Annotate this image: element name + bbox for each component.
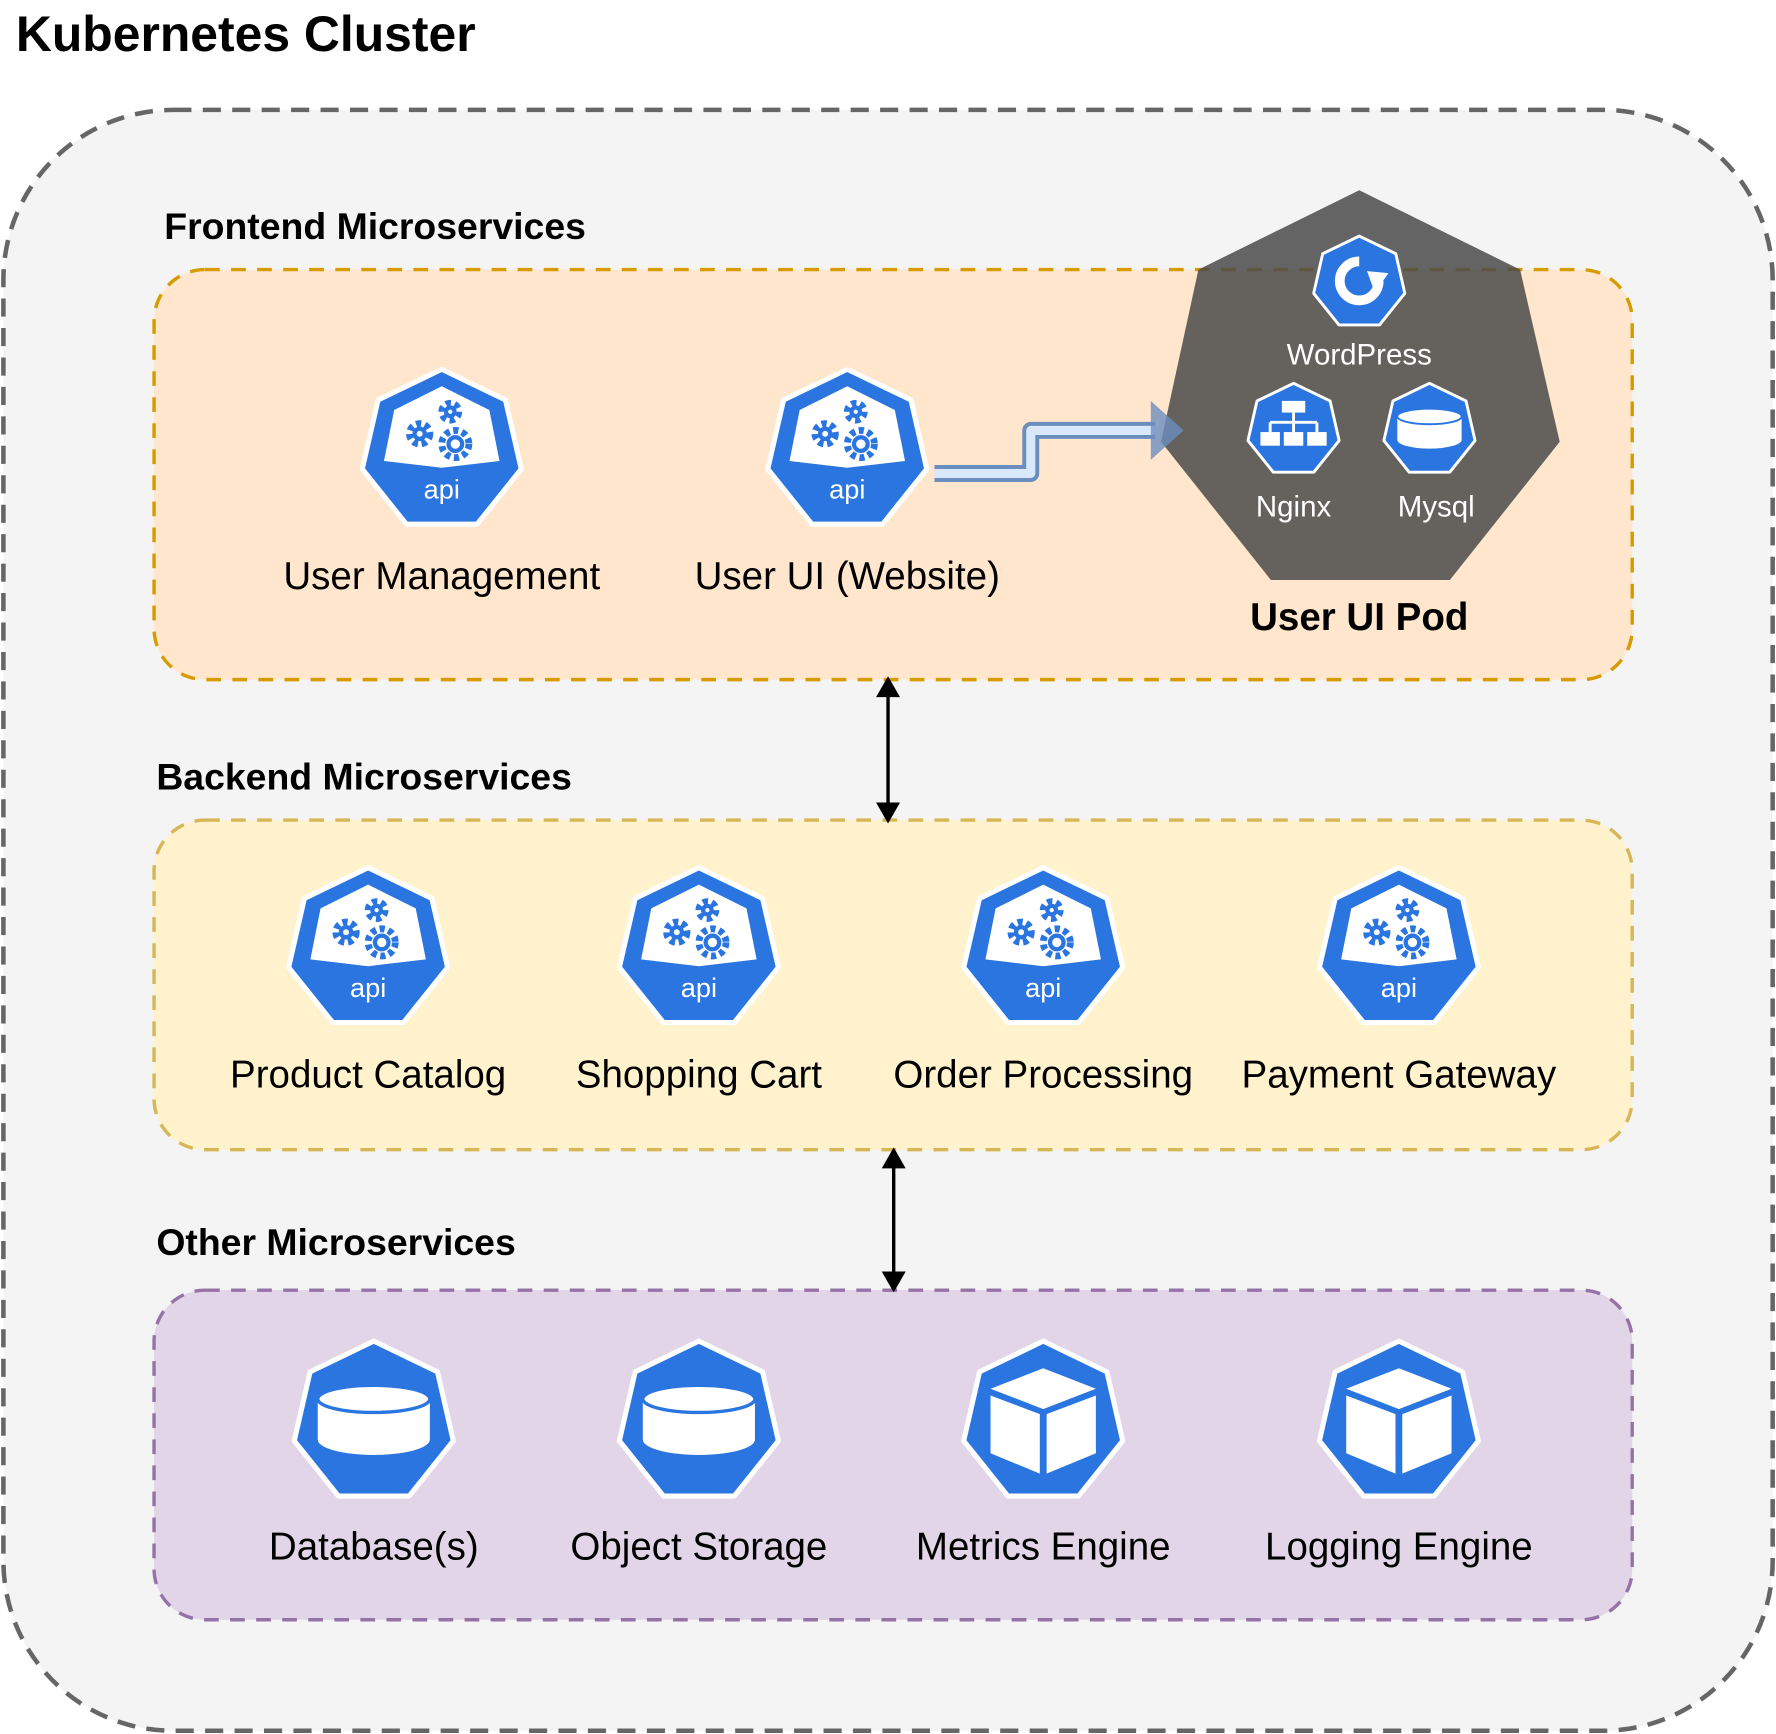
api-text: api xyxy=(1025,972,1061,1003)
pod-wordpress-label: WordPress xyxy=(1286,337,1432,372)
api-icon: api xyxy=(357,362,527,532)
service-icon xyxy=(1245,379,1342,476)
node-databases[interactable]: Database(s) xyxy=(269,1526,479,1570)
api-text: api xyxy=(829,473,865,504)
group-frames xyxy=(1,107,1775,1734)
backend-label: Backend Microservices xyxy=(156,755,572,798)
node-user-management[interactable]: User Management xyxy=(283,555,600,599)
other-label: Other Microservices xyxy=(156,1221,516,1263)
volume-icon xyxy=(614,1334,784,1504)
volume-icon xyxy=(289,1334,459,1504)
node-user-ui[interactable]: User UI (Website) xyxy=(695,555,1000,599)
api-icon: api xyxy=(1314,861,1484,1031)
api-text: api xyxy=(1381,972,1417,1003)
cube-icon xyxy=(958,1334,1128,1504)
volume-icon xyxy=(1381,379,1478,476)
cube-icon xyxy=(1314,1334,1484,1504)
node-metrics-engine[interactable]: Metrics Engine xyxy=(916,1526,1171,1570)
node-payment-gateway[interactable]: Payment Gateway xyxy=(1242,1053,1557,1097)
pod-label: User UI Pod xyxy=(1250,595,1469,639)
node-logging-engine[interactable]: Logging Engine xyxy=(1265,1526,1533,1570)
node-product-catalog[interactable]: Product Catalog xyxy=(230,1053,506,1097)
deployment-icon xyxy=(1311,232,1408,329)
frontend-label: Frontend Microservices xyxy=(164,205,586,247)
pod-nginx-label: Nginx xyxy=(1255,489,1332,524)
pod-mysql-label: Mysql xyxy=(1397,489,1475,524)
api-icon: api xyxy=(283,861,453,1031)
node-order-processing[interactable]: Order Processing xyxy=(893,1053,1193,1097)
api-text: api xyxy=(424,473,460,504)
api-icon: api xyxy=(762,362,932,532)
api-icon: api xyxy=(614,861,784,1031)
node-shopping-cart[interactable]: Shopping Cart xyxy=(576,1053,822,1097)
api-text: api xyxy=(350,972,386,1003)
node-object-storage[interactable]: Object Storage xyxy=(570,1526,827,1570)
api-text: api xyxy=(681,972,717,1003)
api-icon: api xyxy=(958,861,1128,1031)
